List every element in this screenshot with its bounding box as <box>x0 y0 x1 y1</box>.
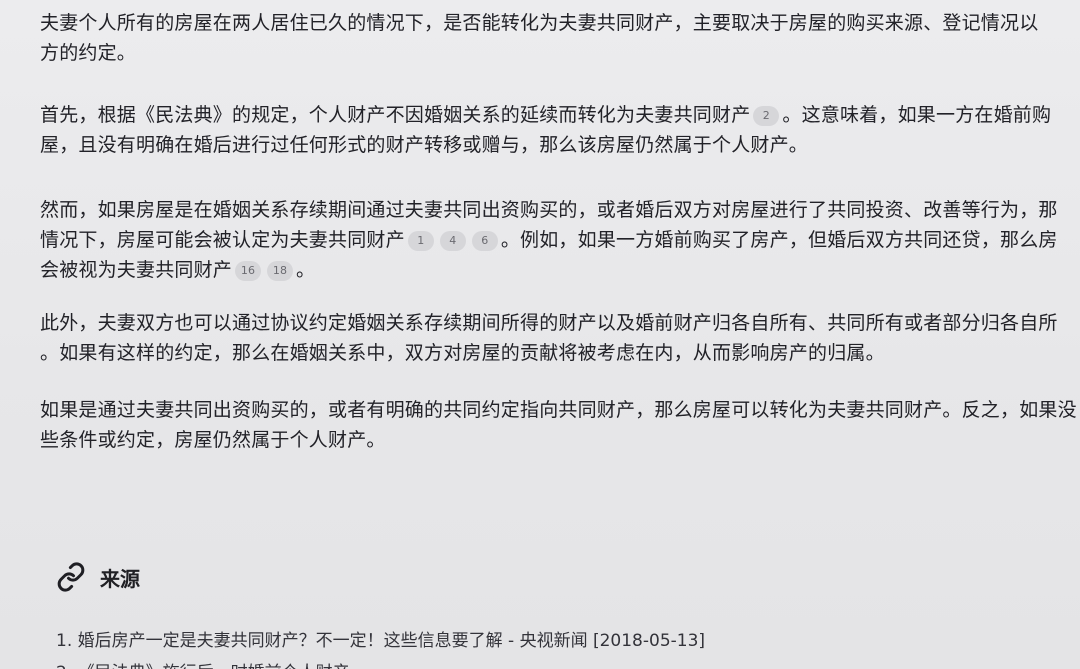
paragraph-line: 屋，且没有明确在婚后进行过任何形式的财产转移或赠与，那么该房屋仍然属于个人财产。 <box>40 130 1080 160</box>
paragraph-line: 然而，如果房屋是在婚姻关系存续期间通过夫妻共同出资购买的，或者婚后双方对房屋进行… <box>40 195 1080 225</box>
paragraph-line: 如果是通过夫妻共同出资购买的，或者有明确的共同约定指向共同财产，那么房屋可以转化… <box>40 395 1080 425</box>
paragraph-line: 此外，夫妻双方也可以通过协议约定婚姻关系存续期间所得的财产以及婚前财产归各自所有… <box>40 308 1080 338</box>
paragraph-text: 此外，夫妻双方也可以通过协议约定婚姻关系存续期间所得的财产以及婚前财产归各自所有… <box>40 312 1058 334</box>
paragraph-text: 夫妻个人所有的房屋在两人居住已久的情况下，是否能转化为夫妻共同财产，主要取决于房… <box>40 12 1039 34</box>
paragraph-text: 屋，且没有明确在婚后进行过任何形式的财产转移或赠与，那么该房屋仍然属于个人财产。 <box>40 134 809 156</box>
paragraph-text: 然而，如果房屋是在婚姻关系存续期间通过夫妻共同出资购买的，或者婚后双方对房屋进行… <box>40 199 1058 221</box>
paragraph-line: 首先，根据《民法典》的规定，个人财产不因婚姻关系的延续而转化为夫妻共同财产 2 。这… <box>40 100 1080 130</box>
source-link[interactable]: 2. 《民法典》施行后，时婚前个人财产... <box>56 658 366 669</box>
citation-badge[interactable]: 1 <box>407 231 434 251</box>
paragraph-text: 些条件或约定，房屋仍然属于个人财产。 <box>40 429 386 451</box>
paragraph-text: 方的约定。 <box>40 42 137 64</box>
link-icon <box>56 562 86 592</box>
source-link[interactable]: 1. 婚后房产一定是夫妻共同财产？不一定！这些信息要了解 - 央视新闻 [201… <box>56 626 705 651</box>
citation-badge[interactable]: 2 <box>753 106 780 126</box>
paragraph-line: 会被视为夫妻共同财产 16 18。 <box>40 255 1080 285</box>
paragraph-line: 。如果有这样的约定，那么在婚姻关系中，双方对房屋的贡献将被考虑在内，从而影响房产… <box>40 338 1080 368</box>
paragraph-text: 如果是通过夫妻共同出资购买的，或者有明确的共同约定指向共同财产，那么房屋可以转化… <box>40 399 1077 421</box>
paragraph-line: 些条件或约定，房屋仍然属于个人财产。 <box>40 425 1080 455</box>
paragraph-text: 情况下，房屋可能会被认定为夫妻共同财产 <box>40 229 405 251</box>
sources-title: 来源 <box>100 566 140 591</box>
answer-paragraph: 夫妻个人所有的房屋在两人居住已久的情况下，是否能转化为夫妻共同财产，主要取决于房… <box>40 8 1080 68</box>
paragraph-line: 情况下，房屋可能会被认定为夫妻共同财产 1 4 6 。例如，如果一方婚前购买了房产，但婚… <box>40 225 1080 255</box>
answer-paragraph: 然而，如果房屋是在婚姻关系存续期间通过夫妻共同出资购买的，或者婚后双方对房屋进行… <box>40 195 1080 285</box>
citation-badge[interactable]: 16 <box>235 261 262 281</box>
citation-badge[interactable]: 18 <box>267 261 294 281</box>
citation-badge[interactable]: 4 <box>439 231 466 251</box>
answer-view: 夫妻个人所有的房屋在两人居住已久的情况下，是否能转化为夫妻共同财产，主要取决于房… <box>0 0 1080 669</box>
paragraph-text: 。如果有这样的约定，那么在婚姻关系中，双方对房屋的贡献将被考虑在内，从而影响房产… <box>40 342 885 364</box>
paragraph-text: 。 <box>296 259 316 281</box>
paragraph-line: 方的约定。 <box>40 38 1080 68</box>
citation-badge[interactable]: 6 <box>471 231 498 251</box>
paragraph-line: 夫妻个人所有的房屋在两人居住已久的情况下，是否能转化为夫妻共同财产，主要取决于房… <box>40 8 1080 38</box>
paragraph-text: 会被视为夫妻共同财产 <box>40 259 233 281</box>
paragraph-text: 首先，根据《民法典》的规定，个人财产不因婚姻关系的延续而转化为夫妻共同财产 <box>40 104 751 126</box>
paragraph-text: 。例如，如果一方婚前购买了房产，但婚后双方共同还贷，那么房 <box>500 229 1058 251</box>
answer-paragraph: 此外，夫妻双方也可以通过协议约定婚姻关系存续期间所得的财产以及婚前财产归各自所有… <box>40 308 1080 368</box>
paragraph-text: 。这意味着，如果一方在婚前购 <box>782 104 1052 126</box>
sources-header: 来源 <box>56 561 140 593</box>
answer-paragraph: 首先，根据《民法典》的规定，个人财产不因婚姻关系的延续而转化为夫妻共同财产 2 。这… <box>40 100 1080 160</box>
answer-paragraph: 如果是通过夫妻共同出资购买的，或者有明确的共同约定指向共同财产，那么房屋可以转化… <box>40 395 1080 455</box>
